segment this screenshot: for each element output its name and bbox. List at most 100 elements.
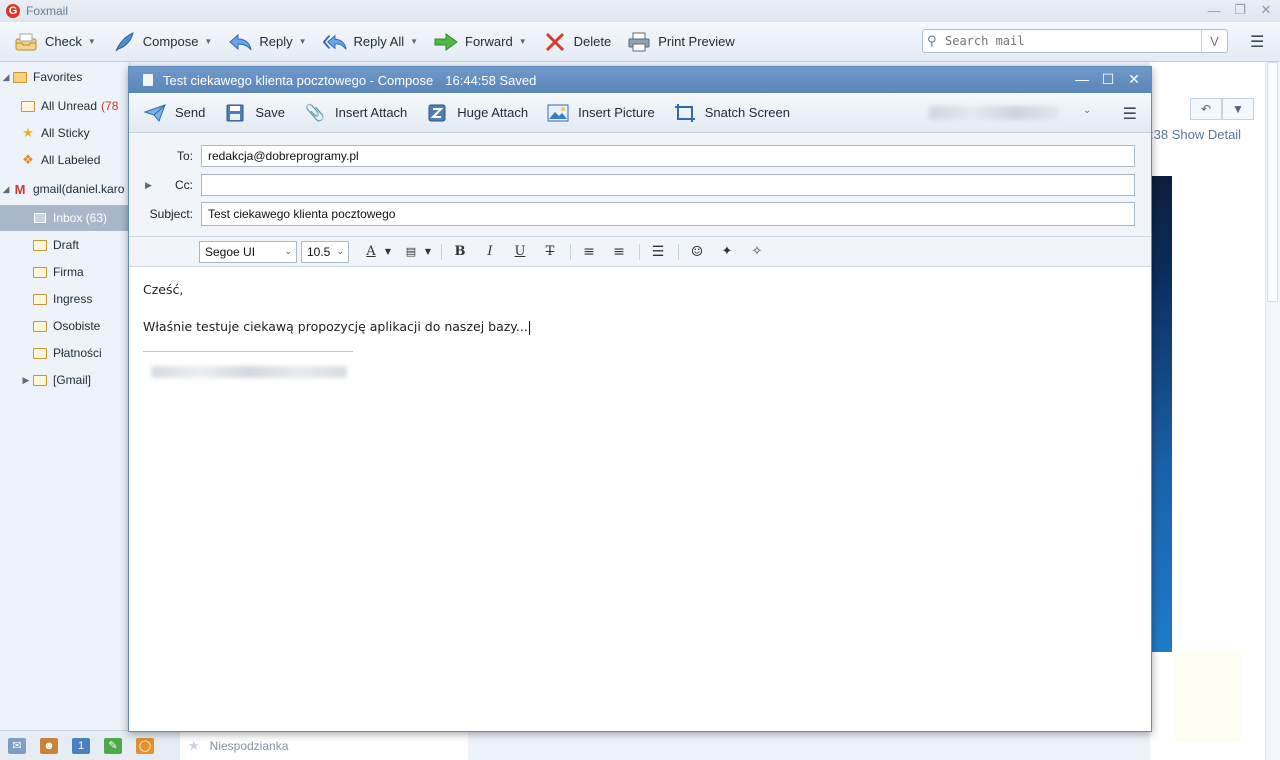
italic-icon[interactable]: I [478,241,502,263]
collapse-triangle-icon[interactable]: ◢ [0,72,12,83]
inbox-icon [32,211,48,225]
magic-wand-icon[interactable]: ✧ [745,241,769,263]
divider [678,243,679,260]
sidebar-item-gmail-folder[interactable]: ▶ [Gmail] [0,367,129,393]
reply-arrow-icon[interactable]: ↶ [1190,98,1222,120]
chevron-down-icon: ⌄ [336,245,344,256]
compose-window-controls: — ☐ ✕ [1075,71,1141,88]
message-body-editor[interactable]: Cześć, Właśnie testuje ciekawą propozycj… [129,268,1151,731]
chevron-down-icon[interactable]: ▼ [204,37,212,46]
body-text: Właśnie testuje ciekawą propozycję aplik… [143,319,528,334]
search-box[interactable]: ⚲ ⋁ [922,29,1228,53]
calendar-icon[interactable]: 1 [72,737,90,754]
chevron-down-icon[interactable]: ▼ [423,241,433,263]
floppy-disk-icon [223,102,247,124]
body-greeting: Cześć, [143,282,184,297]
chevron-down-icon[interactable]: ▼ [410,37,418,46]
chevron-down-icon[interactable]: ⌄ [1083,105,1091,116]
sidebar-item-all-sticky[interactable]: ★ All Sticky [0,120,129,146]
mail-icon[interactable]: ✉ [8,737,26,754]
list-item[interactable]: ★ Niespodzianka [180,730,468,760]
numbered-list-icon[interactable]: ≡ [607,241,631,263]
window-controls: — ❐ ✕ [1206,2,1274,18]
app-switcher-bar: ✉ ☻ 1 ✎ ◯ [0,730,180,760]
folder-sidebar: ◢ Favorites All Unread (78 ★ All Sticky … [0,62,130,730]
chevron-down-icon[interactable]: ▼ [88,37,96,46]
compose-button[interactable]: Compose ▼ [112,28,212,56]
font-size-select[interactable]: 10.5 ⌄ [301,240,349,263]
subject-row: Subject: Test ciekawego klienta pocztowe… [129,202,1151,226]
bold-icon[interactable]: B [448,241,472,263]
chevron-down-icon[interactable]: ▼ [383,241,393,263]
check-button[interactable]: Check ▼ [14,28,96,56]
close-icon[interactable]: ✕ [1258,2,1274,18]
format-painter-icon[interactable]: ✦ [715,241,739,263]
restore-icon[interactable]: ❐ [1232,2,1248,18]
font-family-select[interactable]: Segoe UI ⌄ [199,240,297,263]
sidebar-item-draft[interactable]: Draft [0,232,129,258]
chevron-down-icon: ⌄ [284,245,292,256]
reply-all-button[interactable]: Reply All ▼ [322,28,418,56]
delete-button[interactable]: Delete [543,28,611,56]
reply-button[interactable]: Reply ▼ [228,28,307,56]
rss-icon[interactable]: ◯ [136,737,154,754]
chevron-down-icon[interactable]: ▼ [299,37,307,46]
notes-icon[interactable]: ✎ [104,737,122,754]
emoticon-icon[interactable]: ☺ [685,241,709,263]
expand-triangle-icon[interactable]: ▶ [145,180,152,191]
to-field[interactable]: redakcja@dobreprogramy.pl [201,145,1135,167]
minimize-icon[interactable]: — [1075,71,1089,87]
expand-triangle-icon[interactable]: ▶ [20,375,32,386]
underline-icon[interactable]: U [508,241,532,263]
search-input[interactable] [945,34,1195,48]
bullet-list-icon[interactable]: ≡ [577,241,601,263]
sidebar-item-all-labeled[interactable]: ❖ All Labeled [0,147,129,173]
main-toolbar: Check ▼ Compose ▼ Reply ▼ Reply All ▼ Fo… [0,22,1280,62]
compose-menu-icon[interactable]: ☰ [1123,104,1137,124]
send-button[interactable]: Send [143,102,205,124]
forward-button[interactable]: Forward ▼ [434,28,527,56]
save-button[interactable]: Save [223,102,285,124]
highlight-color-icon[interactable]: ▤ [399,241,423,263]
sidebar-item-firma[interactable]: Firma [0,259,129,285]
main-menu-icon[interactable]: ☰ [1250,32,1268,51]
contacts-icon[interactable]: ☻ [40,737,58,754]
reading-scrollbar-thumb[interactable] [1267,62,1278,302]
screen-capture-icon [673,102,697,124]
sidebar-item-ingress[interactable]: Ingress [0,286,129,312]
chevron-down-icon[interactable]: ▼ [519,37,527,46]
star-icon[interactable]: ★ [188,738,200,754]
reading-tools: ↶ ▼ [1190,98,1254,120]
snatch-screen-button[interactable]: Snatch Screen [673,102,790,124]
sidebar-item-osobiste[interactable]: Osobiste [0,313,129,339]
minimize-icon[interactable]: — [1206,2,1222,18]
divider [570,243,571,260]
search-options-chevron-icon[interactable]: ⋁ [1201,30,1227,52]
align-icon[interactable]: ☰ [646,241,670,263]
sender-account-blurred[interactable] [929,106,1059,120]
huge-attach-button[interactable]: Huge Attach [425,102,528,124]
compose-title: Test ciekawego klienta pocztowego - Comp… [163,72,434,88]
strikethrough-icon[interactable]: T [538,241,562,263]
document-icon [143,74,153,86]
show-detail-link[interactable]: :38 Show Detail [1150,127,1241,142]
subject-field[interactable]: Test ciekawego klienta pocztowego [201,202,1135,226]
insert-picture-button[interactable]: Insert Picture [546,102,655,124]
inbox-tray-icon [14,31,38,53]
font-color-icon[interactable]: A [359,241,383,263]
sidebar-item-all-unread[interactable]: All Unread (78 [0,93,129,119]
maximize-icon[interactable]: ☐ [1101,71,1115,87]
cc-field[interactable] [201,174,1135,196]
search-icon: ⚲ [927,33,937,48]
gmail-icon: M [14,181,26,197]
collapse-triangle-icon[interactable]: ◢ [0,184,12,195]
sidebar-item-favorites[interactable]: ◢ Favorites [0,64,129,90]
sidebar-item-inbox[interactable]: Inbox (63) [0,205,129,231]
sidebar-item-gmail-account[interactable]: ◢ M gmail(daniel.karo [0,176,129,202]
printer-icon [627,31,651,53]
chevron-down-icon[interactable]: ▼ [1222,98,1254,120]
close-icon[interactable]: ✕ [1127,71,1141,87]
sidebar-item-platnosci[interactable]: Płatności [0,340,129,366]
insert-attach-button[interactable]: 📎 Insert Attach [303,102,407,124]
print-preview-button[interactable]: Print Preview [627,28,735,56]
